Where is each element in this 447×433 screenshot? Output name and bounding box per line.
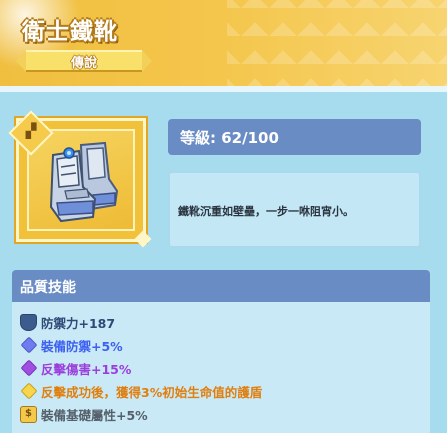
- shield-icon: [20, 313, 37, 331]
- item-title: 衛士鐵靴: [22, 19, 118, 45]
- description-box: 鐵靴沉重如壁壘，一步一咻阻宵小。: [168, 171, 421, 248]
- skill-row-defense: 防禦力+187: [20, 312, 115, 332]
- skill-row-equip-defense: 裝備防禦+5%: [20, 335, 123, 355]
- rarity-label: 傳說: [70, 56, 97, 71]
- skill-text: 裝備防禦+5%: [41, 338, 123, 354]
- skill-text: 反擊傷害+15%: [41, 361, 132, 377]
- coin-icon: $: [20, 405, 37, 423]
- blue-diamond-icon: [20, 336, 38, 354]
- header-pattern: [227, 0, 447, 92]
- item-header: 衛士鐵靴 傳說: [0, 0, 447, 92]
- level-label: 等級: 62/100: [180, 129, 279, 147]
- skill-row-base-stats: $ 裝備基礎屬性+5%: [20, 404, 148, 424]
- skill-row-counter-shield: 反擊成功後，獲得3%初始生命值的護盾: [20, 381, 262, 401]
- skill-row-counter-damage: 反擊傷害+15%: [20, 358, 131, 378]
- skill-text: 防禦力+187: [41, 315, 116, 331]
- card-corner-decoration: [134, 230, 152, 248]
- rarity-badge: 傳說: [16, 50, 152, 72]
- skills-header: 品質技能: [12, 270, 430, 302]
- item-description: 鐵靴沉重如壁壘，一步一咻阻宵小。: [178, 205, 354, 218]
- skills-title: 品質技能: [20, 280, 76, 296]
- skills-list: 防禦力+187 裝備防禦+5% 反擊傷害+15% 反擊成功後，獲得3%初始生命值…: [12, 302, 430, 433]
- level-bar: 等級: 62/100: [168, 119, 421, 155]
- yellow-diamond-icon: [20, 382, 38, 400]
- skill-text: 裝備基礎屬性+5%: [41, 407, 148, 423]
- skill-text: 反擊成功後，獲得3%初始生命值的護盾: [41, 384, 263, 400]
- boot-slot-icon: ▞: [25, 123, 37, 140]
- boots-icon: [49, 141, 119, 223]
- header-divider: [0, 86, 447, 92]
- item-icon-card: ▞: [8, 110, 152, 248]
- purple-diamond-icon: [20, 359, 38, 377]
